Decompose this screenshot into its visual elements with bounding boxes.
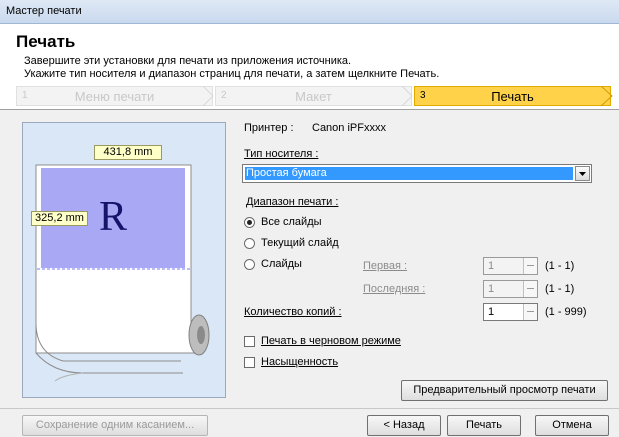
one-touch-save-button[interactable]: Сохранение одним касанием... [22,415,208,436]
radio-slides[interactable] [244,259,255,270]
print-range-label: Диапазон печати : [246,196,339,208]
last-page-label: Последняя : [363,283,426,295]
draft-mode-label: Печать в черновом режиме [261,335,401,347]
first-page-spinner[interactable]: 1 [483,257,538,275]
spinner-arrows-icon[interactable] [523,258,537,274]
printer-name: Canon iPFxxxx [312,122,386,134]
paper-width-label: 431,8 mm [94,145,162,160]
draft-mode-checkbox[interactable] [244,336,255,347]
last-page-hint: (1 - 1) [545,283,575,295]
back-button[interactable]: < Назад [367,415,441,436]
spinner-arrows-icon[interactable] [523,304,537,320]
media-type-value: Простая бумага [245,167,573,180]
step-arrows [202,86,613,107]
wizard-header: Печать Завершите эти установки для печат… [0,24,619,110]
radio-current-slide-label: Текущий слайд [261,237,339,249]
desc-line-1: Завершите эти установки для печати из пр… [24,55,352,67]
first-page-hint: (1 - 1) [545,260,575,272]
paper-height-label: 325,2 mm [31,211,88,226]
print-button[interactable]: Печать [447,415,521,436]
paper-preview-graphic [35,164,210,382]
first-page-label: Первая : [363,260,408,272]
radio-slides-label: Слайды [261,258,302,270]
saturation-label: Насыщенность [261,356,339,368]
radio-all-slides-label: Все слайды [261,216,322,228]
radio-current-slide[interactable] [244,238,255,249]
cancel-button[interactable]: Отмена [535,415,609,436]
copies-hint: (1 - 999) [545,306,587,318]
copies-label: Количество копий : [244,306,342,318]
media-type-select[interactable]: Простая бумага [242,164,592,183]
print-preview-button[interactable]: Предварительный просмотр печати [401,380,608,401]
media-type-label: Тип носителя : [244,148,319,160]
title-bar: Мастер печати [0,0,619,24]
last-page-spinner[interactable]: 1 [483,280,538,298]
header-description: Завершите эти установки для печати из пр… [24,55,439,81]
radio-all-slides[interactable] [244,217,255,228]
saturation-checkbox[interactable] [244,357,255,368]
printer-label: Принтер : [244,122,294,134]
window-title: Мастер печати [6,5,82,17]
wizard-steps: 1 Меню печати 2 Макет 3 Печать [16,86,613,108]
spinner-arrows-icon[interactable] [523,281,537,297]
page-title: Печать [16,32,76,51]
footer-divider [0,408,619,409]
print-preview-panel: 431,8 mm 325,2 mm R [22,122,226,398]
copies-spinner[interactable]: 1 [483,303,538,321]
preview-glyph: R [99,194,128,240]
desc-line-2: Укажите тип носителя и диапазон страниц … [24,68,440,80]
chevron-down-icon[interactable] [575,166,590,181]
